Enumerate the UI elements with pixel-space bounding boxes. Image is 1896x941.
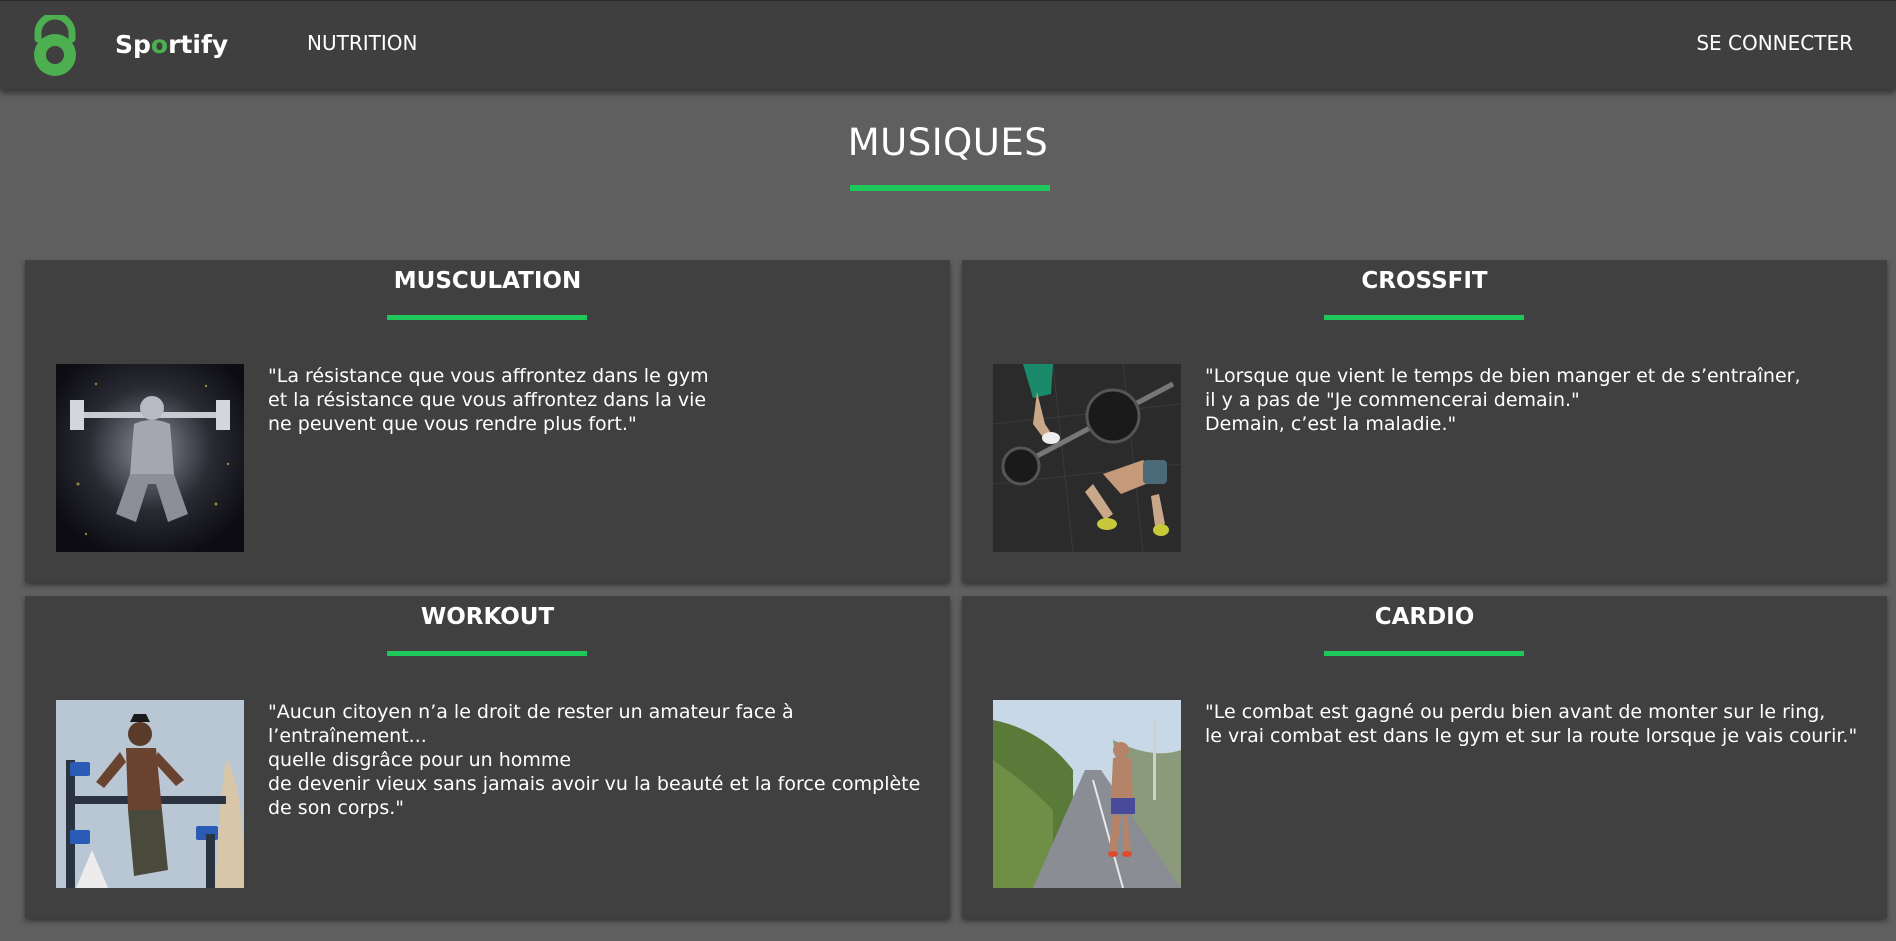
card-crossfit: CROSSFIT "Lorsque que vient le temps de … <box>962 260 1887 582</box>
quote-line: il y a pas de "Je commencerai demain." <box>1205 389 1580 411</box>
quote-line: de devenir vieux sans jamais avoir vu la… <box>268 773 921 795</box>
quote-line: ne peuvent que vous rendre plus fort." <box>268 413 637 435</box>
quote-line: quelle disgrâce pour un homme <box>268 749 572 771</box>
card-underline <box>1324 315 1524 320</box>
title-underline <box>850 185 1050 191</box>
quote-line: et la résistance que vous affrontez dans… <box>268 389 707 411</box>
quote-line: "Aucun citoyen n’a le droit de rester un… <box>268 701 794 723</box>
card-title[interactable]: WORKOUT <box>25 604 950 630</box>
card-cardio: CARDIO "Le combat est gagné ou perdu bie… <box>962 596 1887 918</box>
card-quote: "Le combat est gagné ou perdu bien avant… <box>1205 700 1885 748</box>
navbar: Sportify NUTRITION SE CONNECTER <box>0 0 1896 89</box>
card-underline <box>1324 651 1524 656</box>
card-title[interactable]: MUSCULATION <box>25 268 950 294</box>
card-underline <box>387 651 587 656</box>
card-title[interactable]: CARDIO <box>962 604 1887 630</box>
quote-line: le vrai combat est dans le gym et sur la… <box>1205 725 1858 747</box>
nav-link-nutrition[interactable]: NUTRITION <box>307 31 417 55</box>
card-underline <box>387 315 587 320</box>
brand-logo-accent: o <box>150 30 169 59</box>
quote-line: "Le combat est gagné ou perdu bien avant… <box>1205 701 1826 723</box>
quote-line: de son corps." <box>268 797 405 819</box>
quote-line: Demain, c’est la maladie." <box>1205 413 1457 435</box>
quote-line: l’entraînement... <box>268 725 427 747</box>
card-image-crossfit[interactable] <box>993 364 1181 552</box>
card-title[interactable]: CROSSFIT <box>962 268 1887 294</box>
card-workout: WORKOUT "Aucun citoyen n’a le droit de r… <box>25 596 950 918</box>
card-image-workout[interactable] <box>56 700 244 888</box>
page-title: MUSIQUES <box>847 121 1049 164</box>
brand-logo-part: Sp <box>115 30 151 59</box>
card-image-musculation[interactable] <box>56 364 244 552</box>
card-quote: "Lorsque que vient le temps de bien mang… <box>1205 364 1885 436</box>
kettlebell-icon[interactable] <box>24 12 86 79</box>
card-image-cardio[interactable] <box>993 700 1181 888</box>
card-quote: "Aucun citoyen n’a le droit de rester un… <box>268 700 948 820</box>
brand-logo-part: rtify <box>168 30 229 59</box>
quote-line: "La résistance que vous affrontez dans l… <box>268 365 709 387</box>
quote-line: "Lorsque que vient le temps de bien mang… <box>1205 365 1801 387</box>
card-quote: "La résistance que vous affrontez dans l… <box>268 364 948 436</box>
brand-logo[interactable]: Sportify <box>115 30 228 59</box>
card-musculation: MUSCULATION "La résistance que vous affr… <box>25 260 950 582</box>
login-link[interactable]: SE CONNECTER <box>1696 31 1853 55</box>
